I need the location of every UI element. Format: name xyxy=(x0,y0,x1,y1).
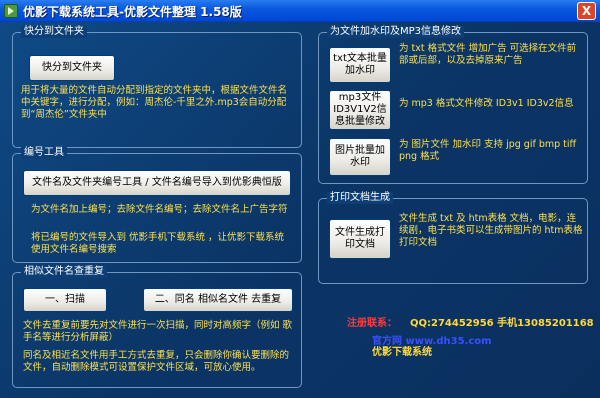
quick-sort-description: 用于将大量的文件自动分配到指定的文件夹中，根据文件文件名中关键字，进行分配，例如… xyxy=(21,85,288,120)
group-duplicates-title: 相似文件名查重复 xyxy=(21,266,107,278)
group-numbering: 编号工具 文件名及文件夹编号工具 / 文件名编号导入到优影典恒版 为文件名加上编… xyxy=(12,147,302,263)
brand-name: 优影下载系统 xyxy=(372,347,432,358)
title-bar: 优影下载系统工具-优影文件整理 1.58版 X xyxy=(0,0,600,22)
duplicates-description-2: 同名及相近名文件用手工方式去重复，只会删除你确认要删除的文件，自动删除模式可设置… xyxy=(23,350,290,373)
numbering-description-2: 将已编号的文件导入到 优影手机下载系统 ，让优影下载系统使用文件名编号搜索 xyxy=(31,232,285,255)
group-watermark: 为文件加水印及MP3信息修改 txt文本批量加水印 为 txt 格式文件 增加广… xyxy=(318,26,588,184)
group-print-title: 打印文档生成 xyxy=(327,192,393,204)
duplicates-description-1: 文件去重复前要先对文件进行一次扫描，同时对高频字（例如 歌手名等进行分析屏蔽） xyxy=(23,320,293,343)
print-doc-button[interactable]: 文件生成打印文档 xyxy=(329,219,391,259)
contact-label: 注册联系： xyxy=(347,318,397,329)
mp3-info-description: 为 mp3 格式文件修改 ID3v1 ID3v2信息 xyxy=(399,98,574,109)
dedupe-button[interactable]: 二、同名 相似名文件 去重复 xyxy=(143,288,293,312)
image-watermark-button[interactable]: 图片批量加水印 xyxy=(329,138,391,176)
group-watermark-title: 为文件加水印及MP3信息修改 xyxy=(327,26,465,38)
group-quick-sort: 快分到文件夹 快分到文件夹 用于将大量的文件自动分配到指定的文件夹中，根据文件文… xyxy=(12,26,302,148)
app-icon xyxy=(4,4,18,18)
group-numbering-title: 编号工具 xyxy=(21,147,67,159)
mp3-info-button[interactable]: mp3文件ID3V1V2信息批量修改 xyxy=(329,90,391,130)
print-doc-description: 文件生成 txt 及 htm表格 文档，电影，连续剧，电子书类可以生成带图片的 … xyxy=(399,213,583,248)
group-quick-sort-title: 快分到文件夹 xyxy=(21,26,87,38)
numbering-tool-button[interactable]: 文件名及文件夹编号工具 / 文件名编号导入到优影典恒版 xyxy=(23,170,291,196)
image-watermark-description: 为 图片文件 加水印 支持 jpg gif bmp tiff png 格式 xyxy=(399,139,577,162)
group-duplicates: 相似文件名查重复 一、扫描 二、同名 相似名文件 去重复 文件去重复前要先对文件… xyxy=(12,266,302,388)
main-panel: 快分到文件夹 快分到文件夹 用于将大量的文件自动分配到指定的文件夹中，根据文件文… xyxy=(0,22,600,398)
quick-sort-button[interactable]: 快分到文件夹 xyxy=(29,55,115,81)
close-button[interactable]: X xyxy=(577,2,596,20)
txt-watermark-description: 为 txt 格式文件 增加广告 可选择在文件前部或后部，以及去掉原来广告 xyxy=(399,43,577,66)
numbering-description-1: 为文件名加上编号；去除文件名编号；去除文件名上广告字符 xyxy=(31,204,288,215)
scan-button[interactable]: 一、扫描 xyxy=(23,288,107,312)
contact-qq-phone: QQ:274452956 手机13085201168 xyxy=(410,318,594,329)
window-title: 优影下载系统工具-优影文件整理 1.58版 xyxy=(23,5,242,19)
group-print: 打印文档生成 文件生成打印文档 文件生成 txt 及 htm表格 文档，电影，连… xyxy=(318,192,588,284)
txt-watermark-button[interactable]: txt文本批量加水印 xyxy=(329,47,391,83)
